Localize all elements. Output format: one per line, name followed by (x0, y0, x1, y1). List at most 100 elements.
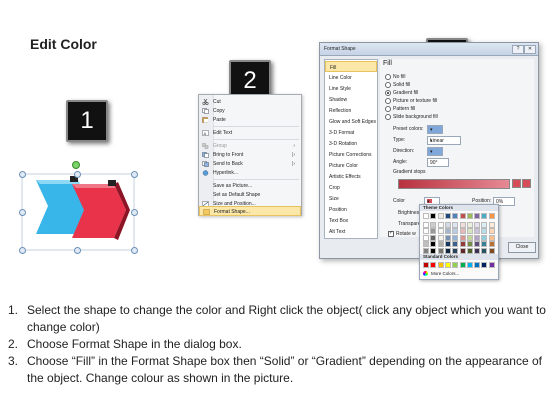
theme-color-swatch[interactable] (459, 247, 466, 254)
theme-color-swatch[interactable] (459, 228, 466, 234)
theme-color-swatch[interactable] (474, 228, 481, 234)
theme-color-swatch[interactable] (437, 241, 444, 247)
theme-color-swatch[interactable] (488, 228, 495, 234)
category-artistic-effects[interactable]: Artistic Effects (325, 171, 377, 182)
radio-picture-fill[interactable] (385, 98, 391, 104)
theme-color-swatch[interactable] (488, 221, 495, 228)
theme-color-swatch[interactable] (466, 247, 473, 254)
theme-color-swatch[interactable] (459, 241, 466, 247)
theme-color-swatch[interactable] (474, 247, 481, 254)
category-fill[interactable]: Fill (325, 61, 377, 72)
theme-color-swatch[interactable] (466, 234, 473, 241)
resize-handle-mr[interactable] (131, 209, 138, 216)
theme-color-swatch[interactable] (481, 234, 488, 241)
rotate-with-shape-checkbox[interactable] (388, 230, 394, 237)
theme-color-swatch[interactable] (481, 213, 488, 219)
standard-color-swatch[interactable] (488, 262, 495, 268)
theme-color-swatch[interactable] (452, 221, 459, 228)
theme-color-swatch[interactable] (430, 228, 437, 234)
theme-color-swatch[interactable] (423, 247, 429, 254)
category-3d-format[interactable]: 3-D Format (325, 127, 377, 138)
radio-gradient-fill[interactable] (385, 90, 391, 96)
theme-color-swatch[interactable] (444, 221, 451, 228)
category-picture-corrections[interactable]: Picture Corrections (325, 149, 377, 160)
theme-color-swatch[interactable] (430, 241, 437, 247)
radio-slide-background-fill[interactable] (385, 114, 391, 120)
theme-color-swatch[interactable] (423, 228, 429, 234)
category-reflection[interactable]: Reflection (325, 105, 377, 116)
category-alt-text[interactable]: Alt Text (325, 226, 377, 237)
theme-color-swatch[interactable] (488, 234, 495, 241)
category-shadow[interactable]: Shadow (325, 94, 377, 105)
theme-color-swatch[interactable] (459, 221, 466, 228)
resize-handle-bm[interactable] (74, 247, 81, 254)
resize-handle-br[interactable] (131, 247, 138, 254)
category-3d-rotation[interactable]: 3-D Rotation (325, 138, 377, 149)
theme-color-swatch[interactable] (459, 213, 466, 219)
theme-color-swatch[interactable] (488, 247, 495, 254)
theme-color-swatch[interactable] (430, 213, 437, 219)
preset-colors-dropdown[interactable]: ▾ (427, 125, 443, 134)
theme-color-swatch[interactable] (444, 234, 451, 241)
theme-color-swatch[interactable] (444, 241, 451, 247)
type-dropdown[interactable]: Linear ▾ (427, 136, 461, 145)
theme-color-swatch[interactable] (481, 247, 488, 254)
theme-color-swatch[interactable] (466, 228, 473, 234)
theme-color-swatch[interactable] (423, 213, 429, 219)
theme-color-swatch[interactable] (474, 241, 481, 247)
direction-dropdown[interactable]: ▾ (427, 147, 443, 156)
category-position[interactable]: Position (325, 204, 377, 215)
standard-color-swatch[interactable] (437, 262, 444, 268)
theme-color-swatch[interactable] (474, 221, 481, 228)
radio-solid-fill[interactable] (385, 82, 391, 88)
add-stop-icon[interactable] (512, 179, 521, 188)
category-size[interactable]: Size (325, 193, 377, 204)
resize-handle-bl[interactable] (19, 247, 26, 254)
menu-item-paste[interactable]: Paste (199, 115, 301, 125)
theme-color-swatch[interactable] (444, 247, 451, 254)
theme-color-swatch[interactable] (452, 241, 459, 247)
theme-color-swatch[interactable] (466, 213, 473, 219)
theme-color-swatch[interactable] (437, 228, 444, 234)
standard-color-swatch[interactable] (444, 262, 451, 268)
category-line-style[interactable]: Line Style (325, 83, 377, 94)
resize-handle-ml[interactable] (19, 209, 26, 216)
menu-item-format-shape[interactable]: Format Shape... (199, 206, 301, 216)
angle-input[interactable]: 90° (427, 158, 449, 167)
remove-stop-icon[interactable] (522, 179, 531, 188)
selected-shape[interactable] (19, 161, 160, 254)
standard-color-swatch[interactable] (466, 262, 473, 268)
category-text-box[interactable]: Text Box (325, 215, 377, 226)
category-line-color[interactable]: Line Color (325, 72, 377, 83)
theme-color-swatch[interactable] (466, 221, 473, 228)
resize-handle-tr[interactable] (131, 171, 138, 178)
theme-color-swatch[interactable] (466, 241, 473, 247)
theme-color-swatch[interactable] (437, 213, 444, 219)
theme-color-swatch[interactable] (452, 228, 459, 234)
theme-color-swatch[interactable] (444, 213, 451, 219)
theme-color-swatch[interactable] (481, 221, 488, 228)
menu-item-hyperlink[interactable]: Hyperlink... (199, 168, 301, 178)
resize-handle-tm[interactable] (74, 171, 81, 178)
standard-color-swatch[interactable] (459, 262, 466, 268)
dialog-titlebar[interactable]: Format Shape ? ✕ (320, 43, 538, 56)
category-glow[interactable]: Glow and Soft Edges (325, 116, 377, 127)
radio-pattern-fill[interactable] (385, 106, 391, 112)
theme-color-swatch[interactable] (437, 234, 444, 241)
menu-item-edit-text[interactable]: A Edit Text (199, 128, 301, 138)
standard-color-swatch[interactable] (423, 262, 429, 268)
category-crop[interactable]: Crop (325, 182, 377, 193)
theme-color-swatch[interactable] (481, 241, 488, 247)
theme-color-swatch[interactable] (474, 213, 481, 219)
rotate-handle[interactable] (72, 161, 80, 169)
theme-color-swatch[interactable] (452, 213, 459, 219)
gradient-stops-bar[interactable] (398, 179, 510, 189)
radio-no-fill[interactable] (385, 74, 391, 80)
theme-color-swatch[interactable] (488, 241, 495, 247)
theme-color-swatch[interactable] (481, 228, 488, 234)
theme-color-swatch[interactable] (437, 221, 444, 228)
theme-color-swatch[interactable] (423, 234, 429, 241)
more-colors-link[interactable]: More Colors... (431, 271, 459, 276)
theme-color-swatch[interactable] (474, 234, 481, 241)
theme-color-swatch[interactable] (423, 221, 429, 228)
